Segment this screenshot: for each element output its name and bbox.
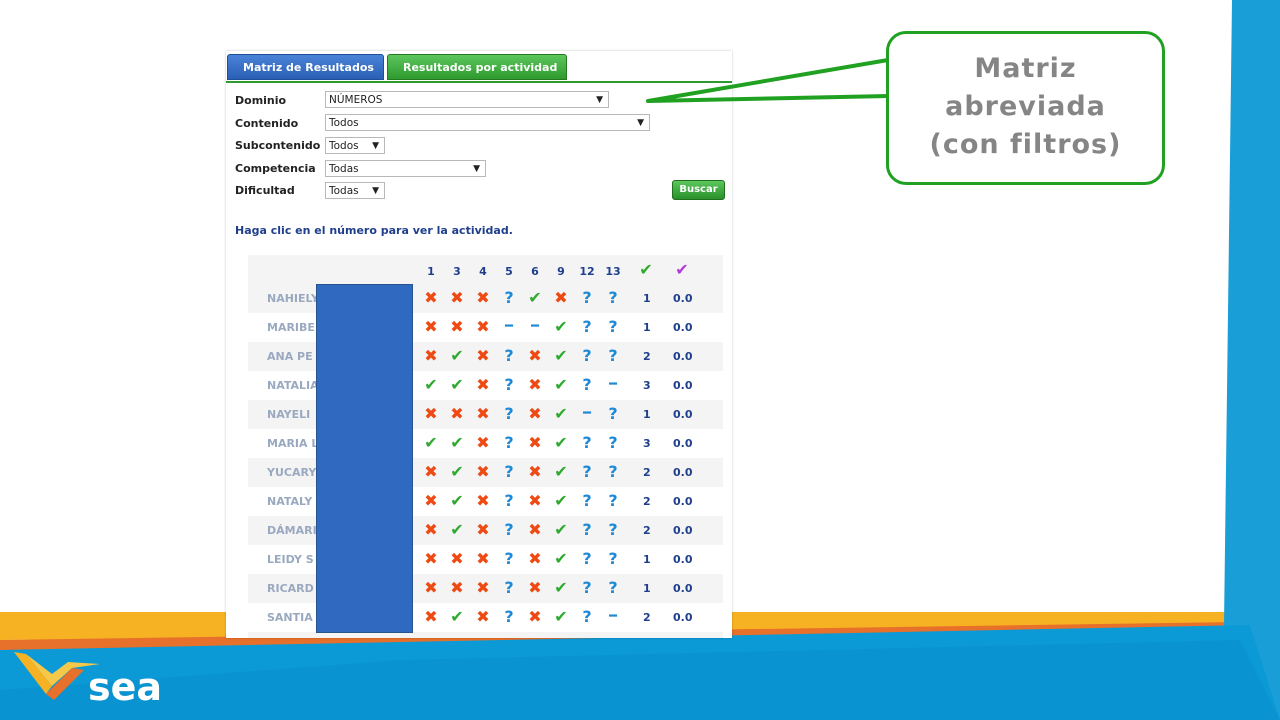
- callout-pointer: [646, 58, 889, 103]
- logo-text: sea: [88, 665, 162, 708]
- sea-logo: sea: [14, 652, 162, 708]
